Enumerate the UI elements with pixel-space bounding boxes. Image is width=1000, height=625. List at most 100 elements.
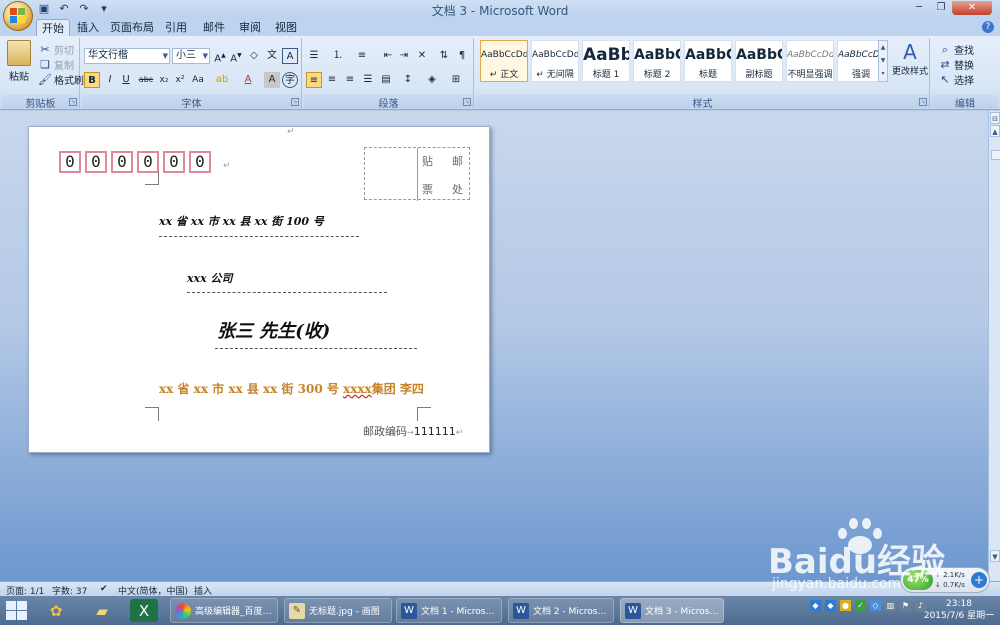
- chinese-layout-icon[interactable]: ✕: [414, 48, 430, 64]
- pinned-app-icon[interactable]: ✿: [42, 599, 70, 622]
- sender-line[interactable]: xx 省 xx 市 xx 县 xx 街 300 号 xxxx集团 李四: [159, 380, 424, 397]
- style-item-subtle-emphasis[interactable]: AaBbCcDd 不明显强调: [786, 40, 834, 82]
- tab-home[interactable]: 开始: [36, 19, 70, 36]
- plus-icon[interactable]: +: [971, 572, 987, 588]
- bullets-icon[interactable]: ☰: [306, 48, 322, 64]
- taskbar-item[interactable]: ✎ 无标题.jpg - 画图: [284, 598, 392, 623]
- network-icon[interactable]: ▥: [885, 600, 896, 611]
- flag-icon[interactable]: ⚑: [900, 600, 911, 611]
- zip-digit-box[interactable]: 0: [85, 151, 107, 173]
- font-size-select[interactable]: 小三 ▼: [172, 48, 210, 64]
- font-color-icon[interactable]: A: [240, 72, 256, 88]
- taskbar-item[interactable]: 高级编辑器_百度…: [170, 598, 278, 623]
- postal-code-line[interactable]: 邮政编码→111111↵: [363, 423, 463, 439]
- tab-page-layout[interactable]: 页面布局: [108, 19, 156, 36]
- file-explorer-icon[interactable]: ▰: [88, 599, 116, 622]
- cut-button[interactable]: ✂ 剪切: [38, 42, 74, 58]
- font-launcher-icon[interactable]: ↘: [291, 98, 299, 106]
- multilevel-list-icon[interactable]: ≡: [354, 48, 370, 64]
- tray-app-icon[interactable]: ◆: [825, 600, 836, 611]
- start-button[interactable]: [4, 599, 28, 621]
- italic-button[interactable]: I: [102, 72, 118, 88]
- tab-review[interactable]: 审阅: [234, 19, 266, 36]
- clear-format-icon[interactable]: ◇: [246, 48, 262, 64]
- justify-icon[interactable]: ☰: [360, 72, 376, 88]
- help-icon[interactable]: ?: [982, 21, 994, 33]
- tray-app-icon[interactable]: ◇: [870, 600, 881, 611]
- superscript-button[interactable]: x²: [172, 72, 188, 88]
- highlight-icon[interactable]: ab: [214, 72, 230, 88]
- scroll-down-icon[interactable]: ▼: [990, 550, 1000, 562]
- taskbar-item[interactable]: W 文档 1 - Micros…: [396, 598, 502, 623]
- underline-button[interactable]: U: [118, 72, 134, 88]
- vertical-scrollbar[interactable]: ⊟ ▲ ▼: [988, 111, 1000, 581]
- style-item-heading-2[interactable]: AaBbC 标题 2: [633, 40, 681, 82]
- zip-digit-box[interactable]: 0: [59, 151, 81, 173]
- tab-mailings[interactable]: 邮件: [198, 19, 230, 36]
- minimize-icon[interactable]: ─: [908, 1, 930, 15]
- zip-digit-box[interactable]: 0: [111, 151, 133, 173]
- phonetic-guide-icon[interactable]: 文: [264, 48, 280, 64]
- ruler-toggle-icon[interactable]: ⊟: [990, 112, 1000, 124]
- taskbar-item[interactable]: W 文档 3 - Micros…: [620, 598, 724, 623]
- taskbar-item[interactable]: W 文档 2 - Micros…: [508, 598, 614, 623]
- style-gallery-scroll[interactable]: ▲ ▼ ▾: [878, 40, 888, 82]
- char-shading-icon[interactable]: A: [264, 72, 280, 88]
- recipient-company[interactable]: xxx 公司: [187, 270, 233, 286]
- char-border-icon[interactable]: A: [282, 48, 298, 64]
- tray-app-icon[interactable]: ✓: [855, 600, 866, 611]
- tray-app-icon[interactable]: ◆: [810, 600, 821, 611]
- grow-font-button[interactable]: A▲: [212, 48, 228, 64]
- style-item-heading-1[interactable]: AaBb 标题 1: [582, 40, 630, 82]
- style-item-normal[interactable]: AaBbCcDd ↵ 正文: [480, 40, 528, 82]
- align-left-icon[interactable]: ≡: [306, 72, 322, 88]
- enclose-char-icon[interactable]: 字: [282, 72, 298, 88]
- align-right-icon[interactable]: ≡: [342, 72, 358, 88]
- tab-insert[interactable]: 插入: [72, 19, 104, 36]
- shading-icon[interactable]: ◈: [424, 72, 440, 88]
- tab-view[interactable]: 视图: [270, 19, 302, 36]
- find-button[interactable]: ⌕ 查找: [938, 42, 974, 58]
- recipient-address[interactable]: xx 省 xx 市 xx 县 xx 街 100 号: [159, 213, 324, 229]
- replace-button[interactable]: ⇄ 替换: [938, 57, 974, 73]
- zip-digit-box[interactable]: 0: [137, 151, 159, 173]
- change-case-button[interactable]: Aa: [190, 72, 206, 88]
- styles-launcher-icon[interactable]: ↘: [919, 98, 927, 106]
- subscript-button[interactable]: x₂: [156, 72, 172, 88]
- copy-button[interactable]: ❏ 复制: [38, 57, 74, 73]
- recipient-name[interactable]: 张三 先生(收): [217, 317, 330, 343]
- restore-icon[interactable]: ❐: [930, 1, 952, 15]
- borders-icon[interactable]: ⊞: [448, 72, 464, 88]
- shrink-font-button[interactable]: A▼: [228, 48, 244, 64]
- excel-icon[interactable]: X: [130, 599, 158, 622]
- style-item-title[interactable]: AaBbC 标题: [684, 40, 732, 82]
- tab-references[interactable]: 引用: [160, 19, 192, 36]
- paste-button[interactable]: 粘贴: [6, 40, 32, 83]
- numbering-icon[interactable]: ⒈: [330, 48, 346, 64]
- style-item-no-spacing[interactable]: AaBbCcDd ↵ 无间隔: [531, 40, 579, 82]
- format-painter-button[interactable]: 🖌 格式刷: [38, 72, 84, 88]
- sort-icon[interactable]: ⇅: [436, 48, 452, 64]
- scroll-up-icon[interactable]: ▲: [990, 125, 1000, 137]
- tray-app-icon[interactable]: ●: [840, 600, 851, 611]
- zip-digit-box[interactable]: 0: [189, 151, 211, 173]
- align-center-icon[interactable]: ≡: [324, 72, 340, 88]
- style-item-subtitle[interactable]: AaBbC 副标题: [735, 40, 783, 82]
- net-speed-widget[interactable]: 47% ↑ 2.1K/s ↓ 0.7K/s +: [900, 567, 990, 593]
- taskbar-clock[interactable]: 23:18 2015/7/6 星期一: [920, 598, 998, 622]
- increase-indent-icon[interactable]: ⇥: [396, 48, 412, 64]
- zip-digit-box[interactable]: 0: [163, 151, 185, 173]
- font-name-select[interactable]: 华文行楷 ▼: [84, 48, 170, 64]
- select-button[interactable]: ↖ 选择: [938, 72, 974, 88]
- show-marks-icon[interactable]: ¶: [454, 48, 470, 64]
- close-icon[interactable]: ✕: [952, 1, 992, 15]
- distributed-icon[interactable]: ▤: [378, 72, 394, 88]
- strikethrough-button[interactable]: abc: [138, 72, 154, 88]
- paragraph-launcher-icon[interactable]: ↘: [463, 98, 471, 106]
- bold-button[interactable]: B: [84, 72, 100, 88]
- change-styles-button[interactable]: A 更改样式: [892, 40, 928, 77]
- decrease-indent-icon[interactable]: ⇤: [380, 48, 396, 64]
- clipboard-launcher-icon[interactable]: ↘: [69, 98, 77, 106]
- office-button[interactable]: [3, 1, 33, 31]
- document-page[interactable]: ↵ 0 0 0 0 0 0 ↵ 贴 邮 票 处 xx 省 xx 市 xx 县 x…: [28, 126, 490, 453]
